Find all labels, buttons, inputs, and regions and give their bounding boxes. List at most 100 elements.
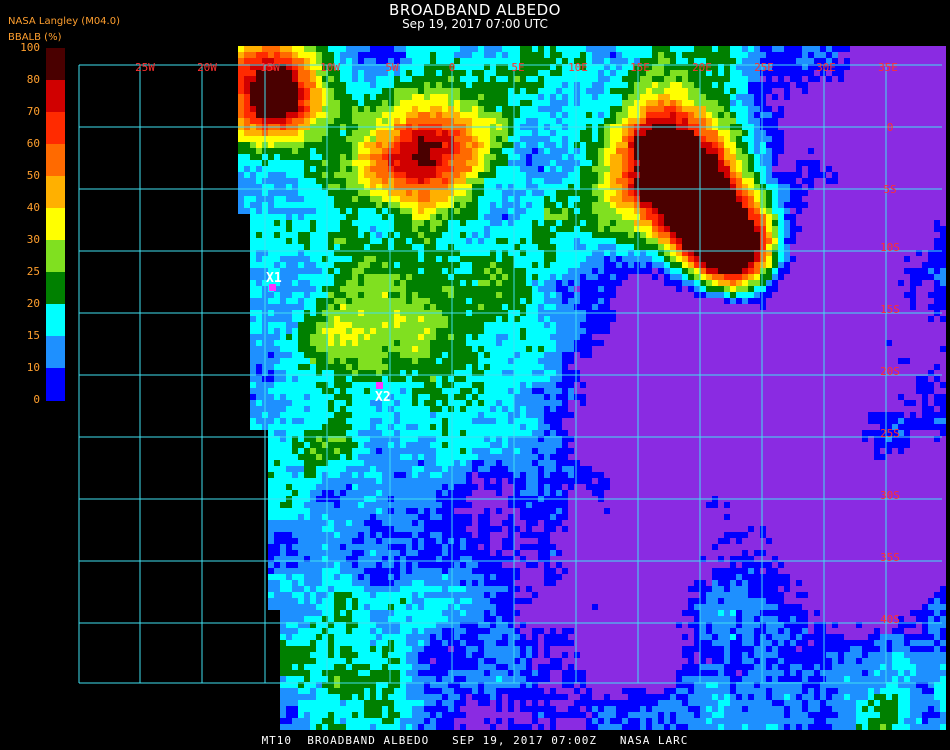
albedo-pixel [790, 202, 796, 208]
albedo-pixel [658, 52, 664, 58]
albedo-pixel [628, 142, 634, 148]
albedo-pixel [394, 148, 400, 154]
albedo-pixel [436, 256, 442, 262]
albedo-pixel [754, 88, 760, 94]
albedo-pixel [760, 292, 766, 298]
albedo-pixel [502, 238, 508, 244]
albedo-pixel [880, 280, 886, 286]
albedo-pixel [370, 52, 376, 58]
albedo-pixel [556, 82, 562, 88]
albedo-pixel [652, 166, 658, 172]
albedo-pixel [256, 106, 262, 112]
albedo-pixel [256, 256, 262, 262]
albedo-pixel [748, 148, 754, 154]
albedo-pixel [640, 46, 646, 52]
albedo-pixel [802, 220, 808, 226]
albedo-pixel [724, 154, 730, 160]
albedo-pixel [442, 232, 448, 238]
albedo-pixel [832, 148, 838, 154]
albedo-pixel [724, 58, 730, 64]
albedo-pixel [268, 142, 274, 148]
albedo-pixel [592, 154, 598, 160]
albedo-pixel [568, 112, 574, 118]
albedo-pixel [514, 94, 520, 100]
albedo-pixel [568, 130, 574, 136]
albedo-pixel [556, 280, 562, 286]
albedo-pixel [304, 280, 310, 286]
albedo-pixel [274, 112, 280, 118]
albedo-pixel [682, 82, 688, 88]
albedo-pixel [532, 142, 538, 148]
albedo-pixel [898, 94, 904, 100]
albedo-pixel [856, 172, 862, 178]
albedo-pixel [460, 190, 466, 196]
albedo-pixel [388, 226, 394, 232]
albedo-pixel [922, 268, 928, 274]
albedo-pixel [340, 52, 346, 58]
albedo-pixel [256, 232, 262, 238]
albedo-pixel [700, 112, 706, 118]
albedo-pixel [736, 274, 742, 280]
albedo-pixel [778, 292, 784, 298]
albedo-pixel [382, 196, 388, 202]
albedo-pixel [670, 280, 676, 286]
albedo-pixel [856, 100, 862, 106]
albedo-pixel [466, 172, 472, 178]
albedo-pixel [898, 112, 904, 118]
albedo-pixel [670, 238, 676, 244]
albedo-pixel [340, 148, 346, 154]
albedo-pixel [400, 94, 406, 100]
albedo-pixel [478, 52, 484, 58]
albedo-pixel [832, 226, 838, 232]
albedo-pixel [634, 220, 640, 226]
albedo-pixel [748, 292, 754, 298]
albedo-pixel [916, 58, 922, 64]
albedo-pixel [508, 82, 514, 88]
albedo-pixel [544, 118, 550, 124]
albedo-pixel [940, 106, 946, 112]
albedo-pixel [496, 214, 502, 220]
albedo-pixel [784, 196, 790, 202]
albedo-pixel [826, 172, 832, 178]
albedo-pixel [376, 190, 382, 196]
albedo-pixel [706, 220, 712, 226]
albedo-pixel [574, 82, 580, 88]
albedo-pixel [730, 226, 736, 232]
albedo-pixel [310, 178, 316, 184]
albedo-pixel [454, 238, 460, 244]
albedo-pixel [682, 280, 688, 286]
albedo-pixel [484, 178, 490, 184]
albedo-pixel [550, 76, 556, 82]
albedo-pixel [280, 190, 286, 196]
albedo-pixel [934, 142, 940, 148]
albedo-pixel [820, 76, 826, 82]
albedo-pixel [700, 154, 706, 160]
albedo-pixel [760, 190, 766, 196]
albedo-pixel [508, 46, 514, 52]
albedo-pixel [346, 148, 352, 154]
albedo-pixel [850, 166, 856, 172]
albedo-pixel [580, 106, 586, 112]
albedo-pixel [550, 94, 556, 100]
albedo-pixel [376, 202, 382, 208]
albedo-pixel [238, 202, 244, 208]
albedo-pixel [874, 208, 880, 214]
albedo-pixel [544, 166, 550, 172]
albedo-pixel [676, 154, 682, 160]
albedo-pixel [370, 232, 376, 238]
albedo-pixel [676, 148, 682, 154]
albedo-pixel [394, 160, 400, 166]
albedo-pixel [748, 232, 754, 238]
albedo-pixel [748, 244, 754, 250]
albedo-pixel [616, 220, 622, 226]
albedo-pixel [568, 106, 574, 112]
albedo-pixel [634, 196, 640, 202]
albedo-pixel [574, 142, 580, 148]
albedo-pixel [676, 82, 682, 88]
albedo-pixel [286, 256, 292, 262]
albedo-pixel [742, 142, 748, 148]
albedo-pixel [754, 202, 760, 208]
albedo-pixel [736, 148, 742, 154]
albedo-pixel [502, 244, 508, 250]
albedo-pixel [880, 112, 886, 118]
